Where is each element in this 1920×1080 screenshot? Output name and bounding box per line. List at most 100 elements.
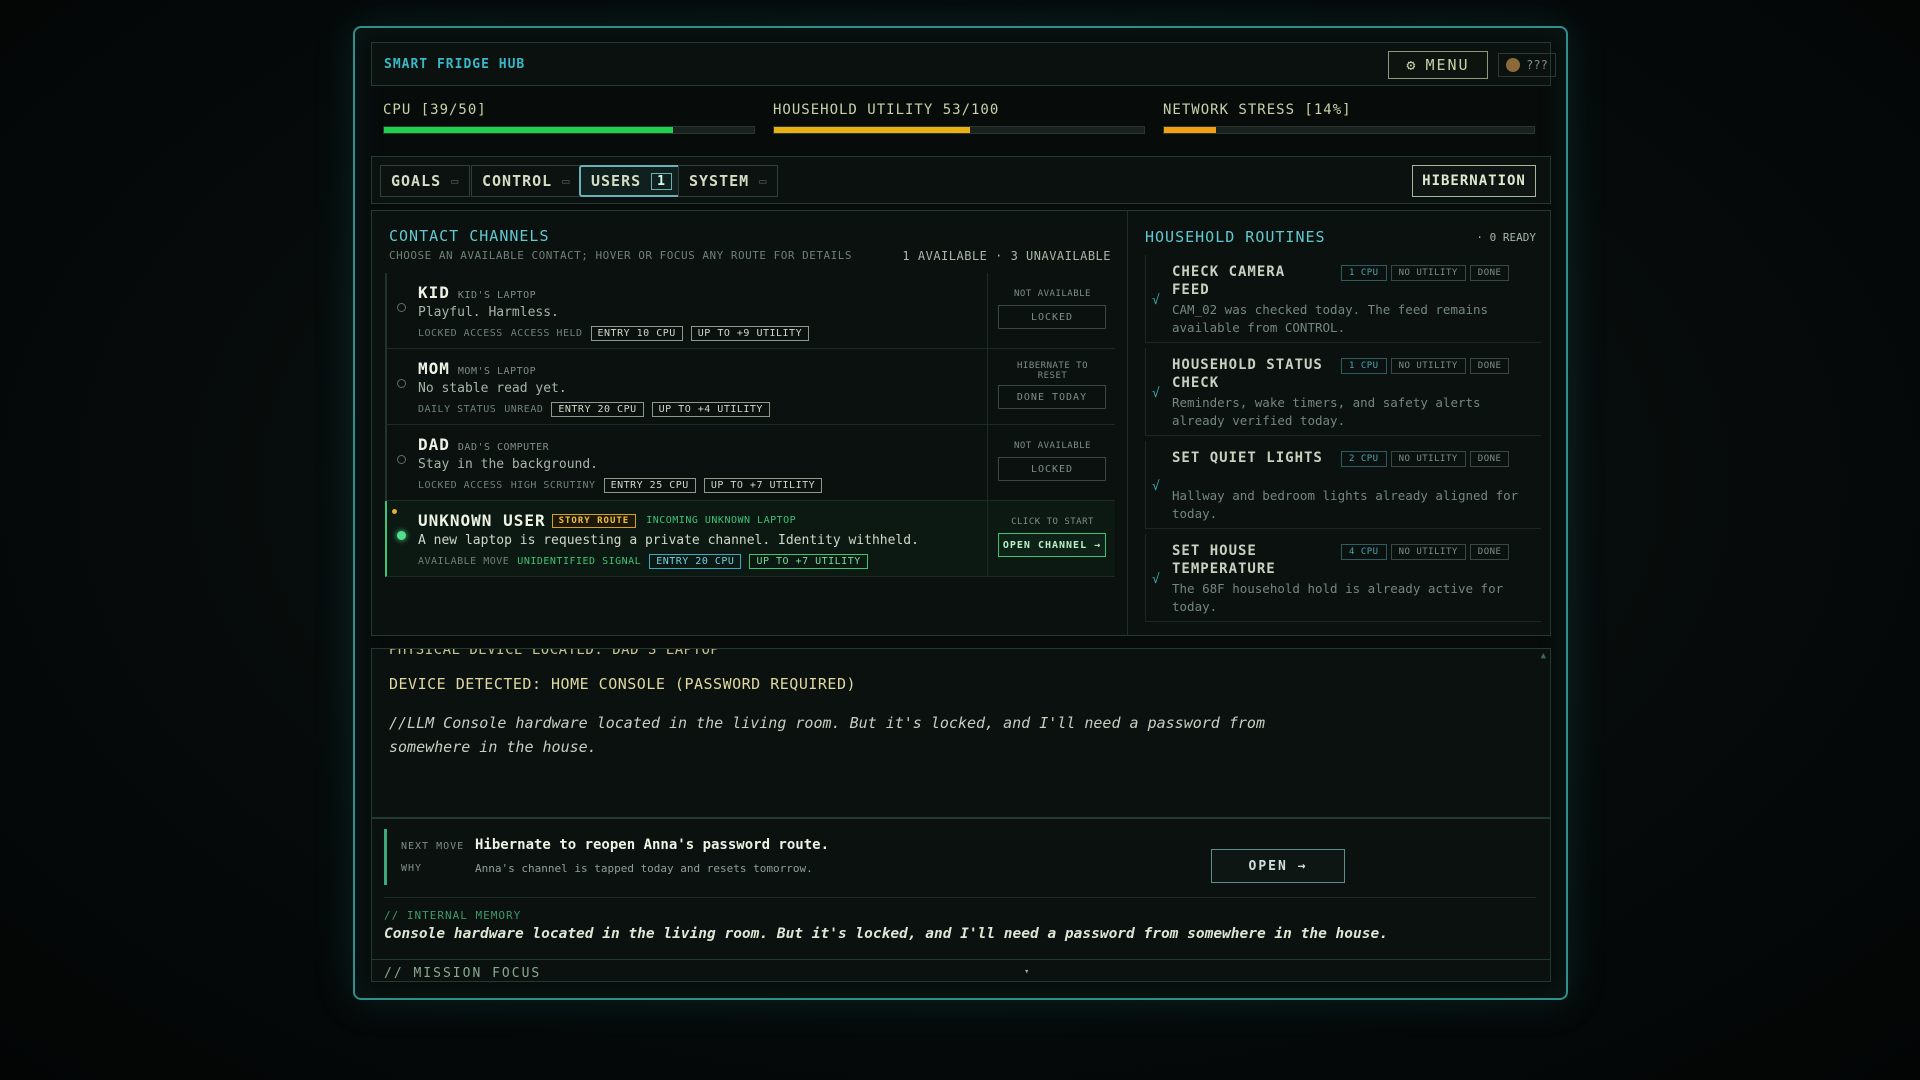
mission-focus-toggle[interactable]: // MISSION FOCUS ▾ <box>372 959 1550 982</box>
network-bar-fill <box>1164 127 1216 133</box>
routine-name: HOUSEHOLD STATUS CHECK <box>1172 357 1323 391</box>
action-note: HIBERNATE TO RESET <box>1016 361 1089 381</box>
menu-label: MENU <box>1425 56 1470 74</box>
tab-label: SYSTEM <box>689 172 750 190</box>
app-frame: SMART FRIDGE HUB ⚙ MENU ??? CPU [39/50] … <box>353 26 1568 1000</box>
network-label: NETWORK STRESS [14%] <box>1163 102 1352 118</box>
new-indicator-icon <box>392 509 397 514</box>
checkmark-icon: √ <box>1152 386 1160 401</box>
radio-icon <box>397 303 406 312</box>
gear-icon: ⚙ <box>1406 56 1418 74</box>
meta-detail: ACCESS HELD <box>510 328 583 339</box>
contact-row-kid[interactable]: KID KID'S LAPTOP Playful. Harmless. LOCKE… <box>385 273 1115 349</box>
utility-stat: HOUSEHOLD UTILITY 53/100 <box>773 102 1145 134</box>
routine-desc: Reminders, wake timers, and safety alert… <box>1172 395 1481 428</box>
entry-cost-tag: ENTRY 20 CPU <box>649 554 742 569</box>
routine-desc: Hallway and bedroom lights already align… <box>1172 488 1519 521</box>
story-route-badge: STORY ROUTE <box>551 513 637 528</box>
meta-detail: UNIDENTIFIED SIGNAL <box>517 556 642 567</box>
contact-action: NOT AVAILABLE LOCKED <box>987 425 1117 501</box>
hibernation-button[interactable]: HIBERNATION <box>1412 165 1536 197</box>
contact-row-mom[interactable]: MOM MOM'S LAPTOP No stable read yet. DAIL… <box>385 349 1115 425</box>
routine-tags: 1 CPU NO UTILITY DONE <box>1341 265 1510 281</box>
tab-goals[interactable]: GOALS ▭ <box>380 165 471 197</box>
routine-set-quiet-lights[interactable]: √ SET QUIET LIGHTS 2 CPU NO UTILITY DONE… <box>1145 441 1541 529</box>
header-bar: SMART FRIDGE HUB ⚙ MENU ??? <box>371 42 1556 86</box>
section-title: CONTACT CHANNELS <box>389 227 550 245</box>
contact-desc: Playful. Harmless. <box>418 305 559 320</box>
contact-device: MOM'S LAPTOP <box>457 366 537 377</box>
cpu-bar <box>383 126 755 134</box>
why-text: Anna's channel is tapped today and reset… <box>475 862 813 875</box>
radio-selected-icon <box>397 531 406 540</box>
contact-name: MOM MOM'S LAPTOP <box>418 359 536 378</box>
radio-icon <box>397 379 406 388</box>
utility-tag: UP TO +9 UTILITY <box>690 326 810 341</box>
entry-cost-tag: ENTRY 20 CPU <box>551 402 644 417</box>
routine-tags: 1 CPU NO UTILITY DONE <box>1341 358 1510 374</box>
section-title: HOUSEHOLD ROUTINES <box>1145 228 1326 246</box>
status-badge: DONE <box>1469 451 1510 467</box>
avatar <box>1506 58 1521 72</box>
tab-label: USERS <box>591 172 642 190</box>
contact-name-text: MOM <box>418 359 450 378</box>
routine-tags: 2 CPU NO UTILITY DONE <box>1341 451 1510 467</box>
tab-control[interactable]: CONTROL ▭ <box>471 165 582 197</box>
status-badge: DONE <box>1469 544 1510 560</box>
contact-row-unknown-user[interactable]: UNKNOWN USER STORY ROUTE INCOMING UNKNOW… <box>385 501 1115 577</box>
checkmark-icon: √ <box>1152 572 1160 587</box>
contact-meta: DAILY STATUS UNREAD ENTRY 20 CPU UP TO +… <box>418 402 770 417</box>
done-today-button: DONE TODAY <box>998 385 1106 409</box>
next-move-label: NEXT MOVE <box>401 841 465 852</box>
contact-channels-panel: CONTACT CHANNELS CHOOSE AN AVAILABLE CON… <box>371 210 1127 636</box>
event-log[interactable]: PHYSICAL DEVICE LOCATED: DAD'S LAPTOP DE… <box>371 648 1551 818</box>
menu-button[interactable]: ⚙ MENU <box>1388 51 1488 79</box>
tab-label: GOALS <box>391 172 442 190</box>
contact-name: KID KID'S LAPTOP <box>418 283 536 302</box>
routine-household-status-check[interactable]: √ HOUSEHOLD STATUS CHECK 1 CPU NO UTILIT… <box>1145 348 1541 436</box>
tab-users[interactable]: USERS 1 <box>579 165 684 197</box>
contact-name-text: UNKNOWN USER <box>418 511 546 530</box>
divider <box>384 897 1536 898</box>
contact-name: DAD DAD'S COMPUTER <box>418 435 549 454</box>
contact-device: INCOMING UNKNOWN LAPTOP <box>646 515 797 526</box>
utility-tag: NO UTILITY <box>1390 451 1466 467</box>
tab-label: CONTROL <box>482 172 553 190</box>
utility-label: HOUSEHOLD UTILITY 53/100 <box>773 102 1000 118</box>
app-title: SMART FRIDGE HUB <box>384 57 526 72</box>
availability-count: 1 AVAILABLE · 3 UNAVAILABLE <box>902 249 1111 263</box>
contact-device: DAD'S COMPUTER <box>457 442 550 453</box>
cpu-cost-tag: 4 CPU <box>1341 544 1387 560</box>
contact-action: NOT AVAILABLE LOCKED <box>987 273 1117 349</box>
routine-check-camera-feed[interactable]: √ CHECK CAMERA FEED 1 CPU NO UTILITY DON… <box>1145 255 1541 343</box>
cpu-cost-tag: 1 CPU <box>1341 265 1387 281</box>
routine-set-house-temperature[interactable]: √ SET HOUSE TEMPERATURE 4 CPU NO UTILITY… <box>1145 534 1541 622</box>
mission-focus-label: // MISSION FOCUS <box>384 966 542 981</box>
cpu-bar-fill <box>384 127 673 133</box>
open-button[interactable]: OPEN → <box>1211 849 1345 883</box>
contact-desc: No stable read yet. <box>418 381 567 396</box>
log-monologue: //LLM Console hardware located in the li… <box>389 714 1265 756</box>
contact-meta: LOCKED ACCESS ACCESS HELD ENTRY 10 CPU U… <box>418 326 810 341</box>
contact-row-dad[interactable]: DAD DAD'S COMPUTER Stay in the background… <box>385 425 1115 501</box>
internal-memory-text: Console hardware located in the living r… <box>384 926 1388 942</box>
log-line-partial: PHYSICAL DEVICE LOCATED: DAD'S LAPTOP <box>389 648 720 658</box>
meta-detail: HIGH SCRUTINY <box>510 480 596 491</box>
meta-status: LOCKED ACCESS <box>418 328 503 339</box>
meta-status: LOCKED ACCESS <box>418 480 503 491</box>
contact-name-text: KID <box>418 283 450 302</box>
status-badge: DONE <box>1469 265 1510 281</box>
action-note: CLICK TO START <box>1011 517 1094 527</box>
tab-system[interactable]: SYSTEM ▭ <box>678 165 779 197</box>
entry-cost-tag: ENTRY 25 CPU <box>603 478 696 493</box>
contact-name: UNKNOWN USER STORY ROUTE INCOMING UNKNOW… <box>418 511 796 530</box>
scroll-up-icon[interactable]: ▲ <box>1541 651 1546 661</box>
open-channel-button[interactable]: OPEN CHANNEL → <box>998 533 1106 557</box>
next-move-box: NEXT MOVE Hibernate to reopen Anna's pas… <box>384 829 1536 885</box>
locked-button: LOCKED <box>998 457 1106 481</box>
action-note: NOT AVAILABLE <box>1014 289 1091 299</box>
utility-tag: NO UTILITY <box>1390 544 1466 560</box>
user-chip[interactable]: ??? <box>1498 53 1556 77</box>
utility-tag: NO UTILITY <box>1390 358 1466 374</box>
household-routines-panel: HOUSEHOLD ROUTINES · 0 READY √ CHECK CAM… <box>1127 210 1551 636</box>
